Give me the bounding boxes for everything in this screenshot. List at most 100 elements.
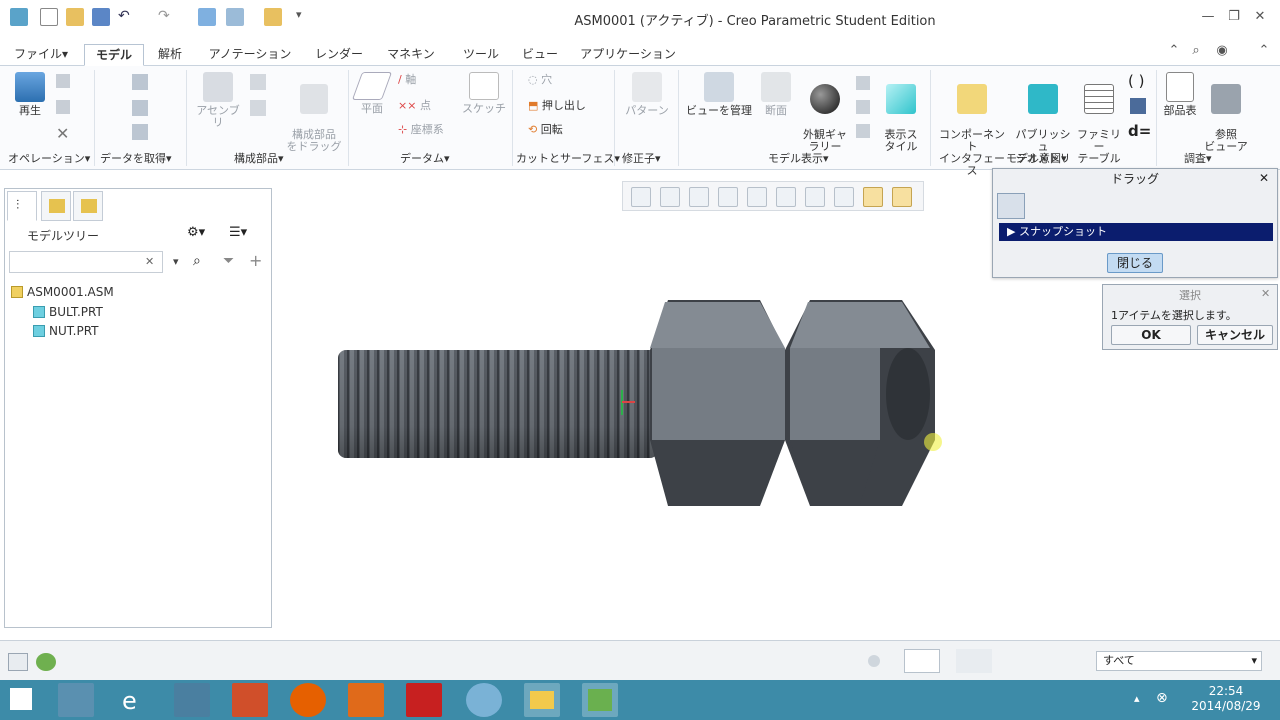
scenes-icon[interactable] (856, 76, 870, 90)
show-icon[interactable]: ☰▾ (229, 225, 247, 240)
relations-icon[interactable]: ( ) (1128, 72, 1144, 90)
tab-file[interactable]: ファイル▾ (4, 44, 78, 66)
perspective-icon[interactable] (856, 100, 870, 114)
hand-drag-alt-icon[interactable] (1029, 193, 1057, 219)
add-column-icon[interactable]: + (249, 251, 262, 270)
nut-left[interactable] (650, 300, 785, 506)
binoculars-icon[interactable]: ⌕ (193, 253, 201, 269)
selection-filter-dropdown[interactable]: すべて ▾ (1096, 651, 1262, 671)
hole-button[interactable]: ◌ 穴 (528, 74, 588, 86)
refit-icon[interactable] (631, 187, 651, 207)
component-interface-button[interactable]: コンポーネント インタフェース (934, 72, 1010, 177)
plane-button[interactable]: 平面 (351, 72, 393, 115)
group-modifiers[interactable]: 修正子▾ (622, 150, 661, 168)
tab-applications[interactable]: アプリケーション (570, 44, 686, 66)
windows-start-icon[interactable] (10, 688, 32, 710)
tab-tools[interactable]: ツール (452, 44, 510, 66)
spin-center-icon[interactable] (863, 187, 883, 207)
tab-view[interactable]: ビュー (516, 44, 564, 66)
selection-buffer-icon[interactable] (956, 649, 992, 673)
tab-model-tree[interactable]: ⫶ (7, 191, 37, 221)
new-file-icon[interactable] (40, 8, 58, 26)
tab-model[interactable]: モデル (84, 44, 144, 66)
group-get-data[interactable]: データを取得▾ (100, 150, 172, 168)
zoom-in-icon[interactable] (660, 187, 680, 207)
browser-icon[interactable] (36, 653, 56, 671)
extrude-button[interactable]: ⬒ 押し出し (528, 100, 598, 112)
group-components[interactable]: 構成部品▾ (234, 150, 284, 168)
minimize-icon[interactable]: — (1198, 8, 1218, 26)
save-icon[interactable] (92, 8, 110, 26)
show-navigator-icon[interactable] (8, 653, 28, 671)
collapse-ribbon-icon[interactable]: ⌃ (1254, 42, 1274, 60)
d-equals-button[interactable]: d= (1128, 122, 1151, 140)
regenerate-icon[interactable] (198, 8, 216, 26)
annotation-display-icon[interactable] (892, 187, 912, 207)
clear-search-icon[interactable]: ✕ (145, 255, 154, 268)
section-button[interactable]: 断面 (758, 72, 794, 117)
close-window-icon[interactable] (264, 8, 282, 26)
shrinkwrap-icon[interactable] (132, 124, 148, 140)
saved-orientations-icon[interactable] (776, 187, 796, 207)
group-investigate[interactable]: 調査▾ (1184, 150, 1212, 168)
family-table-button[interactable]: ファミリー テーブル (1076, 72, 1122, 165)
point-button[interactable]: ×× 点 (398, 100, 448, 112)
search-icon[interactable]: ⌕ (1186, 42, 1206, 60)
manage-views-button[interactable]: ビューを管理 (684, 72, 754, 117)
reference-viewer-button[interactable]: 参照 ビューア (1204, 72, 1248, 153)
close-button[interactable]: 閉じる (1107, 253, 1163, 273)
remote-desktop-icon[interactable] (174, 683, 210, 717)
revolve-button[interactable]: ⟲ 回転 (528, 124, 588, 136)
tree-search-input[interactable] (9, 251, 163, 273)
appearance-gallery-button[interactable]: 外観ギャ ラリー (798, 72, 852, 153)
taskbar-clock[interactable]: 22:54 2014/08/29 (1186, 684, 1266, 714)
network-icon[interactable] (466, 683, 502, 717)
dropdown-arrow-icon[interactable]: ▾ (173, 255, 179, 268)
find-icon[interactable] (904, 649, 940, 673)
file-explorer-icon[interactable] (524, 683, 560, 717)
tab-render[interactable]: レンダー (308, 44, 370, 66)
model-viewport[interactable] (330, 290, 950, 520)
bom-button[interactable]: 部品表 (1160, 72, 1200, 117)
paste-icon[interactable] (56, 100, 70, 114)
drag-components-button[interactable]: 構成部品 をドラッグ (284, 72, 344, 153)
tree-item-asm[interactable]: ASM0001.ASM (11, 285, 114, 299)
inkscape-icon[interactable] (348, 683, 384, 717)
redo-icon[interactable]: ↷ (158, 8, 176, 26)
view-manager-icon[interactable] (805, 187, 825, 207)
copy-geometry-icon[interactable] (132, 100, 148, 116)
tab-manikin[interactable]: マネキン (376, 44, 446, 66)
display-style-icon[interactable] (747, 187, 767, 207)
show-hidden-icons-icon[interactable]: ▴ (1134, 692, 1140, 705)
maximize-icon[interactable]: ❐ (1224, 8, 1244, 26)
copy-icon[interactable] (56, 74, 70, 88)
regenerate-button[interactable]: 再生 (10, 72, 50, 117)
delete-icon[interactable]: ✕ (56, 124, 69, 143)
up-arrow-icon[interactable]: ⌃ (1164, 42, 1184, 60)
tab-folder-browser[interactable] (41, 191, 71, 221)
close-icon[interactable]: ✕ (1261, 287, 1270, 300)
firefox-icon[interactable] (290, 683, 326, 717)
customize-icon[interactable]: ▾ (296, 8, 314, 26)
close-icon[interactable]: ✕ (1259, 171, 1269, 185)
sketch-button[interactable]: スケッチ (462, 72, 506, 115)
hand-drag-icon[interactable] (997, 193, 1025, 219)
repaint-icon[interactable] (718, 187, 738, 207)
group-model-display[interactable]: モデル表示▾ (768, 150, 829, 168)
zoom-out-icon[interactable] (689, 187, 709, 207)
pattern-button[interactable]: パターン (622, 72, 672, 117)
close-icon[interactable]: ✕ (1250, 8, 1270, 26)
edit-position-icon[interactable] (856, 124, 870, 138)
group-operations[interactable]: オペレーション▾ (8, 150, 90, 168)
creo-icon[interactable] (582, 683, 618, 717)
filter-icon[interactable]: ⏷ (223, 253, 234, 269)
parameters-icon[interactable] (1130, 98, 1146, 114)
group-cut-surface[interactable]: カットとサーフェス▾ (516, 150, 620, 168)
datum-display-icon[interactable] (834, 187, 854, 207)
bolt-shaft[interactable] (338, 350, 658, 458)
group-datum[interactable]: データム▾ (400, 150, 450, 168)
assemble-button[interactable]: アセンブリ (192, 72, 244, 129)
tab-favorites[interactable] (73, 191, 103, 221)
internet-explorer-icon[interactable]: e (116, 683, 152, 717)
explorer-window-icon[interactable] (58, 683, 94, 717)
